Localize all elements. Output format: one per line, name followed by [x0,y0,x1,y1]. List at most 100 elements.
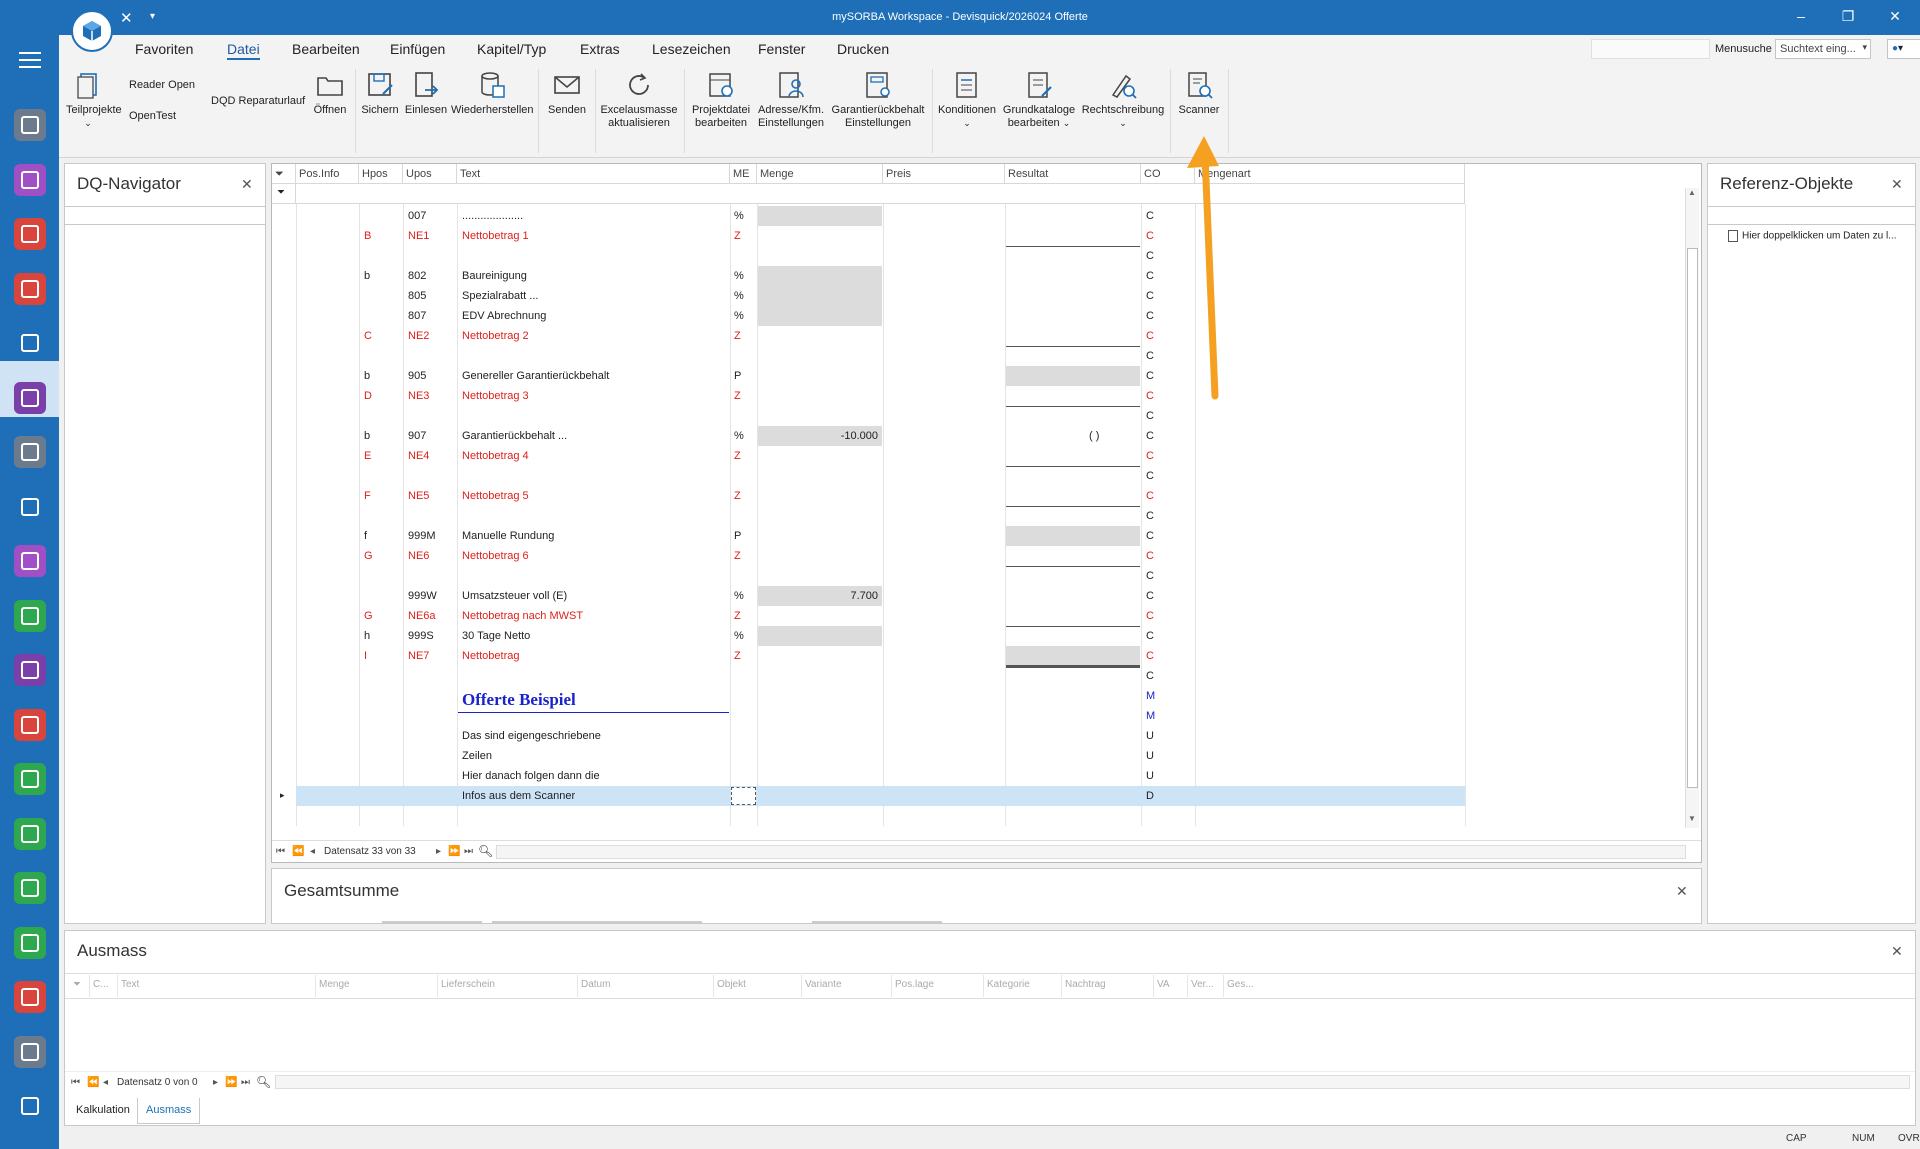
nav-prev-page-icon[interactable]: ⏪ [292,846,304,857]
nav-prev-icon[interactable]: ◂ [310,846,315,857]
cell-co[interactable]: C [1146,270,1154,282]
konditionen-button[interactable]: Konditionen ⌄ [936,70,998,130]
cell-me[interactable]: % [734,630,744,642]
teilprojekte-button[interactable]: Teilprojekte ⌄ [66,70,122,130]
cell-upos[interactable]: 905 [408,370,426,382]
network-icon[interactable] [14,708,46,741]
app-logo[interactable] [71,10,113,52]
reader-open-button[interactable]: Reader Open [129,79,195,91]
table-row[interactable] [296,406,1465,426]
cell-co[interactable]: C [1146,330,1154,342]
cell-hpos[interactable]: G [364,550,373,562]
tab-lesezeichen[interactable]: Lesezeichen [652,41,731,57]
ausmass-col-header[interactable]: Lieferschein [441,979,495,990]
cell-upos[interactable]: 807 [408,310,426,322]
filter-row-icon[interactable]: ⏷ [272,184,296,204]
cell-upos[interactable]: NE1 [408,230,429,242]
ausmass-nav-last-icon[interactable]: ⏭ [241,1077,250,1088]
ausmass-col-header[interactable]: Variante [805,979,842,990]
vertical-scrollbar[interactable]: ▲ ▼ [1685,188,1699,828]
ausmass-col-header[interactable]: C... [93,979,109,990]
cell-text[interactable]: Nettobetrag 3 [462,390,529,402]
cell-text[interactable]: Manuelle Rundung [462,530,554,542]
adresse-kfm-button[interactable]: Adresse/Kfm. Einstellungen [756,70,826,130]
cell-co[interactable]: U [1146,730,1154,742]
cell-co[interactable]: C [1146,510,1154,522]
table-row[interactable] [296,666,1465,686]
cell-co[interactable]: C [1146,570,1154,582]
cell-co[interactable]: C [1146,650,1154,662]
cell-me[interactable]: Z [734,330,741,342]
cell-co[interactable]: U [1146,770,1154,782]
cell-upos[interactable]: NE3 [408,390,429,402]
table-row[interactable] [296,466,1465,486]
cell-upos[interactable]: NE7 [408,650,429,662]
cell-text[interactable]: Nettobetrag 5 [462,490,529,502]
cell-text[interactable]: Garantierückbehalt ... [462,430,567,442]
cell-hpos[interactable]: E [364,450,371,462]
cell-text[interactable]: Spezialrabatt ... [462,290,538,302]
tab-favoriten[interactable]: Favoriten [135,41,193,57]
cell-upos[interactable]: 999M [408,530,436,542]
cell-text[interactable]: Das sind eigengeschriebene [462,730,601,742]
gesamtsumme-close-icon[interactable]: ✕ [1676,883,1688,900]
cell-co[interactable]: C [1146,310,1154,322]
rechtschreibung-button[interactable]: Rechtschreibung ⌄ [1081,70,1165,130]
tab-ausmass[interactable]: Ausmass [137,1098,201,1124]
people-icon[interactable] [14,327,46,359]
cell-me[interactable]: Z [734,450,741,462]
ausmass-nav-next-page-icon[interactable]: ⏩ [225,1077,237,1088]
col-preis[interactable]: Preis [883,164,1005,184]
menusearch-input[interactable]: Suchtext eing... ▾ [1775,39,1871,59]
ausmass-col-header[interactable]: Nachtrag [1065,979,1106,990]
col-mengenart[interactable]: Mengenart [1195,164,1465,184]
calculator-icon[interactable] [14,436,46,468]
grid-icon[interactable] [14,109,46,141]
cell-co[interactable]: C [1146,630,1154,642]
report-icon[interactable] [14,981,46,1013]
ausmass-col-header[interactable]: Datum [581,979,610,990]
col-me[interactable]: ME [730,164,757,184]
col-upos[interactable]: Upos [403,164,457,184]
col-text[interactable]: Text [457,164,730,184]
cell-text[interactable]: Baureinigung [462,270,527,282]
cell-me[interactable]: Z [734,650,741,662]
cell-text[interactable]: Nettobetrag 4 [462,450,529,462]
tab-datei[interactable]: Datei [227,41,260,60]
cell-co[interactable]: C [1146,370,1154,382]
cell-co[interactable]: C [1146,390,1154,402]
cell-hpos[interactable]: G [364,610,373,622]
cell-text[interactable]: Zeilen [462,750,492,762]
package-icon[interactable] [14,817,46,850]
cell-co[interactable]: C [1146,670,1154,682]
opentest-button[interactable]: OpenTest [129,110,176,122]
cell-text[interactable]: .................... [462,210,523,222]
ausmass-horizontal-scrollbar[interactable] [275,1075,1910,1089]
close-button[interactable]: ✕ [1885,8,1905,25]
help-dropdown[interactable]: ●▾ [1887,39,1920,59]
cell-me[interactable]: % [734,590,744,602]
excelausmasse-button[interactable]: Excelausmasse aktualisieren [600,70,678,130]
notes-icon[interactable] [14,654,46,686]
search-icon[interactable]: 🔍︎ [478,844,493,858]
referenz-objekte-close-icon[interactable]: ✕ [1891,176,1903,193]
cell-me[interactable]: Z [734,550,741,562]
cell-hpos[interactable]: h [364,630,370,642]
nav-next-icon[interactable]: ▸ [436,846,441,857]
cell-upos[interactable]: 907 [408,430,426,442]
ausmass-col-header[interactable]: VA [1157,979,1170,990]
cell-hpos[interactable]: D [364,390,372,402]
cell-me[interactable]: % [734,310,744,322]
cell-menge[interactable]: 7.700 [758,590,878,602]
cell-upos[interactable]: 007 [408,210,426,222]
cell-text[interactable]: Umsatzsteuer voll (E) [462,590,567,602]
grundkataloge-button[interactable]: Grundkataloge bearbeiten ⌄ [1001,70,1077,130]
cell-text[interactable]: EDV Abrechnung [462,310,546,322]
senden-button[interactable]: Senden [545,70,589,117]
schedule-icon[interactable] [14,763,46,795]
ausmass-col-header[interactable]: Menge [319,979,350,990]
col-resultat[interactable]: Resultat [1005,164,1141,184]
ausmass-nav-first-icon[interactable]: ⏮ [71,1077,80,1088]
planner-icon[interactable] [14,218,46,250]
dq-navigator-close-icon[interactable]: ✕ [241,176,253,193]
